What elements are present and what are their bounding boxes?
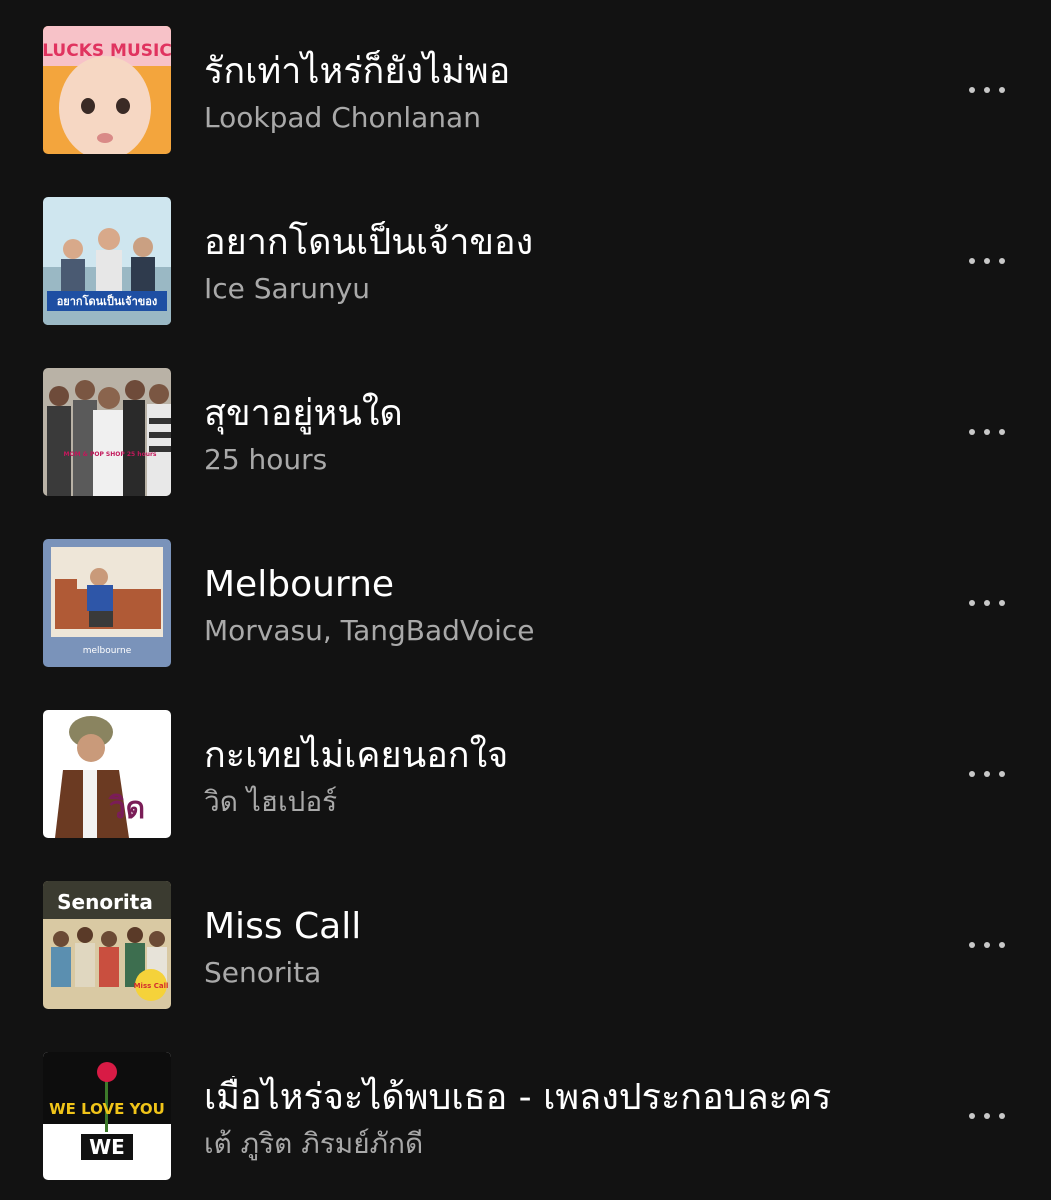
track-artist[interactable]: Morvasu, TangBadVoice xyxy=(204,614,534,648)
cover-label: MOM & POP SHOP 25 hours xyxy=(64,451,157,458)
band-photo-album-art: MOM & POP SHOP 25 hours xyxy=(43,368,171,496)
track-artist[interactable]: Senorita xyxy=(204,956,321,990)
track-artist[interactable]: 25 hours xyxy=(204,443,327,477)
track-row[interactable]: WE LOVE YOU WE เมื่อไหร่จะได้พบเธอ - เพล… xyxy=(0,1026,1051,1197)
track-artist[interactable]: วิด ไฮเปอร์ xyxy=(204,785,337,819)
rose-album-art: WE LOVE YOU WE xyxy=(43,1052,171,1180)
cover-label: อยากโดนเป็นเจ้าของ xyxy=(57,294,158,308)
portrait-album-art: วิด xyxy=(43,710,171,838)
more-options-icon[interactable] xyxy=(955,925,1019,965)
track-title[interactable]: Melbourne xyxy=(204,563,394,607)
track-artist[interactable]: Ice Sarunyu xyxy=(204,272,370,306)
cover-label: WE xyxy=(89,1135,125,1159)
cover-label: วิด xyxy=(108,791,145,826)
more-options-icon[interactable] xyxy=(955,583,1019,623)
more-options-icon[interactable] xyxy=(955,241,1019,281)
album-cover[interactable]: วิด xyxy=(43,710,171,838)
track-row[interactable]: MOM & POP SHOP 25 hours สุขาอยู่หนใด 25 … xyxy=(0,342,1051,513)
album-cover[interactable]: LUCKS MUSIC xyxy=(43,26,171,154)
track-artist[interactable]: Lookpad Chonlanan xyxy=(204,101,481,135)
track-title[interactable]: Miss Call xyxy=(204,905,361,949)
cover-label: melbourne xyxy=(83,646,132,656)
album-cover[interactable]: Senorita Miss Call xyxy=(43,881,171,1009)
track-row[interactable]: melbourne Melbourne Morvasu, TangBadVoic… xyxy=(0,513,1051,684)
more-options-icon[interactable] xyxy=(955,754,1019,794)
track-list: LUCKS MUSIC รักเท่าไหร่ก็ยังไม่พอ Lookpa… xyxy=(0,0,1051,1200)
track-row[interactable]: วิด กะเทยไม่เคยนอกใจ วิด ไฮเปอร์ xyxy=(0,684,1051,855)
cover-label: Senorita xyxy=(57,890,153,914)
cover-label: Miss Call xyxy=(134,982,169,990)
more-options-icon[interactable] xyxy=(955,70,1019,110)
track-title[interactable]: สุขาอยู่หนใด xyxy=(204,392,403,436)
girl-group-album-art: Senorita Miss Call xyxy=(43,881,171,1009)
cover-label: WE LOVE YOU xyxy=(49,1100,165,1118)
more-options-icon[interactable] xyxy=(955,1096,1019,1136)
album-cover[interactable]: WE LOVE YOU WE xyxy=(43,1052,171,1180)
sofa-photo-album-art: melbourne xyxy=(43,539,171,667)
album-cover[interactable]: melbourne xyxy=(43,539,171,667)
track-row[interactable]: อยากโดนเป็นเจ้าของ อยากโดนเป็นเจ้าของ Ic… xyxy=(0,171,1051,342)
track-title[interactable]: รักเท่าไหร่ก็ยังไม่พอ xyxy=(204,50,510,94)
track-artist[interactable]: เต้ ภูริต ภิรมย์ภักดี xyxy=(204,1127,423,1161)
track-title[interactable]: เมื่อไหร่จะได้พบเธอ - เพลงประกอบละคร xyxy=(204,1076,831,1120)
track-row[interactable]: LUCKS MUSIC รักเท่าไหร่ก็ยังไม่พอ Lookpa… xyxy=(0,0,1051,171)
album-cover[interactable]: อยากโดนเป็นเจ้าของ xyxy=(43,197,171,325)
track-title[interactable]: กะเทยไม่เคยนอกใจ xyxy=(204,734,508,778)
group-photo-album-art: อยากโดนเป็นเจ้าของ xyxy=(43,197,171,325)
baby-face-album-art: LUCKS MUSIC xyxy=(43,26,171,154)
cover-label: LUCKS MUSIC xyxy=(43,41,171,61)
track-title[interactable]: อยากโดนเป็นเจ้าของ xyxy=(204,221,533,265)
album-cover[interactable]: MOM & POP SHOP 25 hours xyxy=(43,368,171,496)
track-row[interactable]: Senorita Miss Call Miss Call Senorita xyxy=(0,855,1051,1026)
more-options-icon[interactable] xyxy=(955,412,1019,452)
